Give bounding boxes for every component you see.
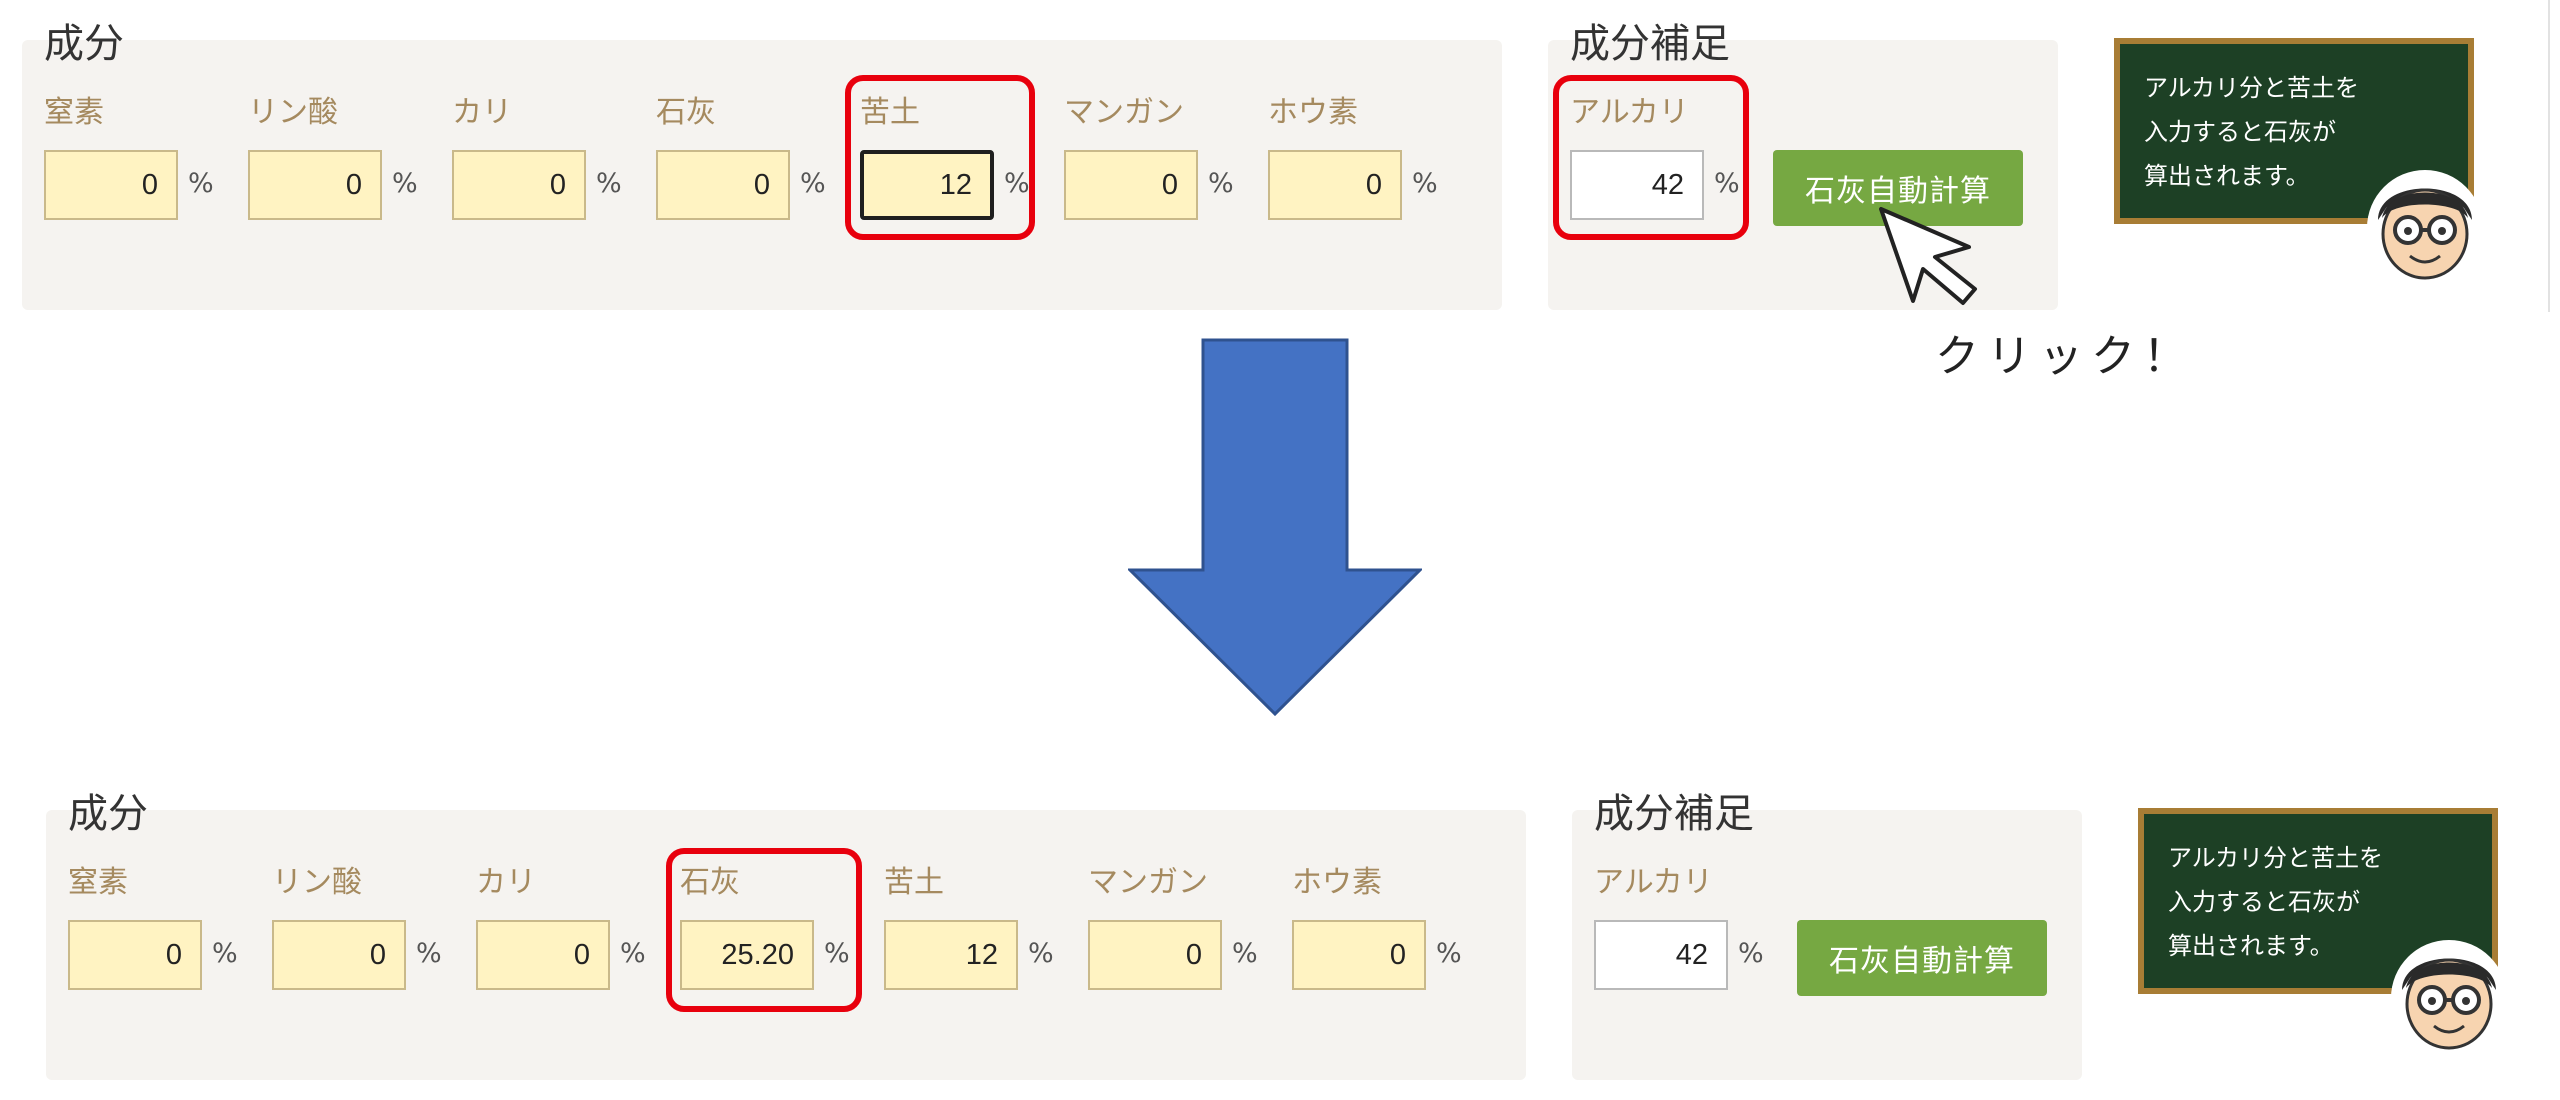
potassium-unit: % bbox=[596, 168, 622, 199]
label-boron: ホウ素 bbox=[1292, 865, 1382, 900]
label-boron: ホウ素 bbox=[1268, 95, 1358, 130]
lime-unit: % bbox=[800, 168, 826, 199]
lime-unit: % bbox=[824, 938, 850, 969]
boron-input[interactable] bbox=[1268, 150, 1402, 220]
boron-input[interactable] bbox=[1292, 920, 1426, 990]
tip-line-2: 入力すると石灰が bbox=[2168, 888, 2360, 916]
label-magnesium: 苦土 bbox=[860, 95, 920, 130]
lime-auto-calc-button[interactable]: 石灰自動計算 bbox=[1797, 920, 2047, 996]
tip-line-3: 算出されます。 bbox=[2144, 162, 2310, 190]
magnesium-input[interactable] bbox=[860, 150, 994, 220]
click-label: クリック！ bbox=[1935, 331, 2195, 382]
label-manganese: マンガン bbox=[1088, 865, 1208, 900]
nitrogen-unit: % bbox=[212, 938, 238, 969]
alkali-unit: % bbox=[1738, 938, 1764, 969]
nitrogen-unit: % bbox=[188, 168, 214, 199]
tip-line-2: 入力すると石灰が bbox=[2144, 118, 2336, 146]
phosphate-input[interactable] bbox=[272, 920, 406, 990]
components-title: 成分 bbox=[44, 21, 124, 67]
label-alkali: アルカリ bbox=[1594, 865, 1713, 900]
tip-line-1: アルカリ分と苦土を bbox=[2144, 74, 2360, 102]
manganese-input[interactable] bbox=[1064, 150, 1198, 220]
label-potassium: カリ bbox=[476, 865, 536, 900]
nitrogen-input[interactable] bbox=[44, 150, 178, 220]
label-nitrogen: 窒素 bbox=[44, 95, 104, 130]
glasses-man-avatar bbox=[2391, 940, 2507, 1056]
components-title: 成分 bbox=[68, 791, 148, 837]
manganese-input[interactable] bbox=[1088, 920, 1222, 990]
boron-unit: % bbox=[1412, 168, 1438, 199]
label-nitrogen: 窒素 bbox=[68, 865, 128, 900]
mouse-pointer-icon bbox=[1879, 207, 1977, 305]
state-after: 成分 窒素 % リン酸 % カリ % 石灰 % 苦土 % マンガン % ホウ素 … bbox=[0, 770, 2560, 1100]
label-manganese: マンガン bbox=[1064, 95, 1184, 130]
alkali-input[interactable] bbox=[1570, 150, 1704, 220]
supplement-title: 成分補足 bbox=[1570, 21, 1730, 67]
tip-line-1: アルカリ分と苦土を bbox=[2168, 844, 2384, 872]
phosphate-unit: % bbox=[392, 168, 418, 199]
supplement-title: 成分補足 bbox=[1594, 791, 1754, 837]
magnesium-unit: % bbox=[1004, 168, 1030, 199]
potassium-input[interactable] bbox=[452, 150, 586, 220]
phosphate-input[interactable] bbox=[248, 150, 382, 220]
label-magnesium: 苦土 bbox=[884, 865, 944, 900]
label-phosphate: リン酸 bbox=[272, 865, 362, 900]
alkali-unit: % bbox=[1714, 168, 1740, 199]
down-arrow-icon bbox=[1128, 338, 1422, 716]
potassium-unit: % bbox=[620, 938, 646, 969]
right-edge-divider bbox=[2548, 0, 2550, 312]
alkali-input[interactable] bbox=[1594, 920, 1728, 990]
tip-line-3: 算出されます。 bbox=[2168, 932, 2334, 960]
label-alkali: アルカリ bbox=[1570, 95, 1689, 130]
label-lime: 石灰 bbox=[680, 865, 740, 900]
label-phosphate: リン酸 bbox=[248, 95, 338, 130]
manganese-unit: % bbox=[1208, 168, 1234, 199]
boron-unit: % bbox=[1436, 938, 1462, 969]
magnesium-unit: % bbox=[1028, 938, 1054, 969]
label-potassium: カリ bbox=[452, 95, 512, 130]
lime-input[interactable] bbox=[656, 150, 790, 220]
manganese-unit: % bbox=[1232, 938, 1258, 969]
phosphate-unit: % bbox=[416, 938, 442, 969]
label-lime: 石灰 bbox=[656, 95, 716, 130]
potassium-input[interactable] bbox=[476, 920, 610, 990]
magnesium-input[interactable] bbox=[884, 920, 1018, 990]
glasses-man-avatar bbox=[2367, 170, 2483, 286]
state-before: 成分 窒素 % リン酸 % カリ % 石灰 % 苦土 % マンガン % ホウ素 … bbox=[0, 0, 2560, 382]
nitrogen-input[interactable] bbox=[68, 920, 202, 990]
lime-input[interactable] bbox=[680, 920, 814, 990]
